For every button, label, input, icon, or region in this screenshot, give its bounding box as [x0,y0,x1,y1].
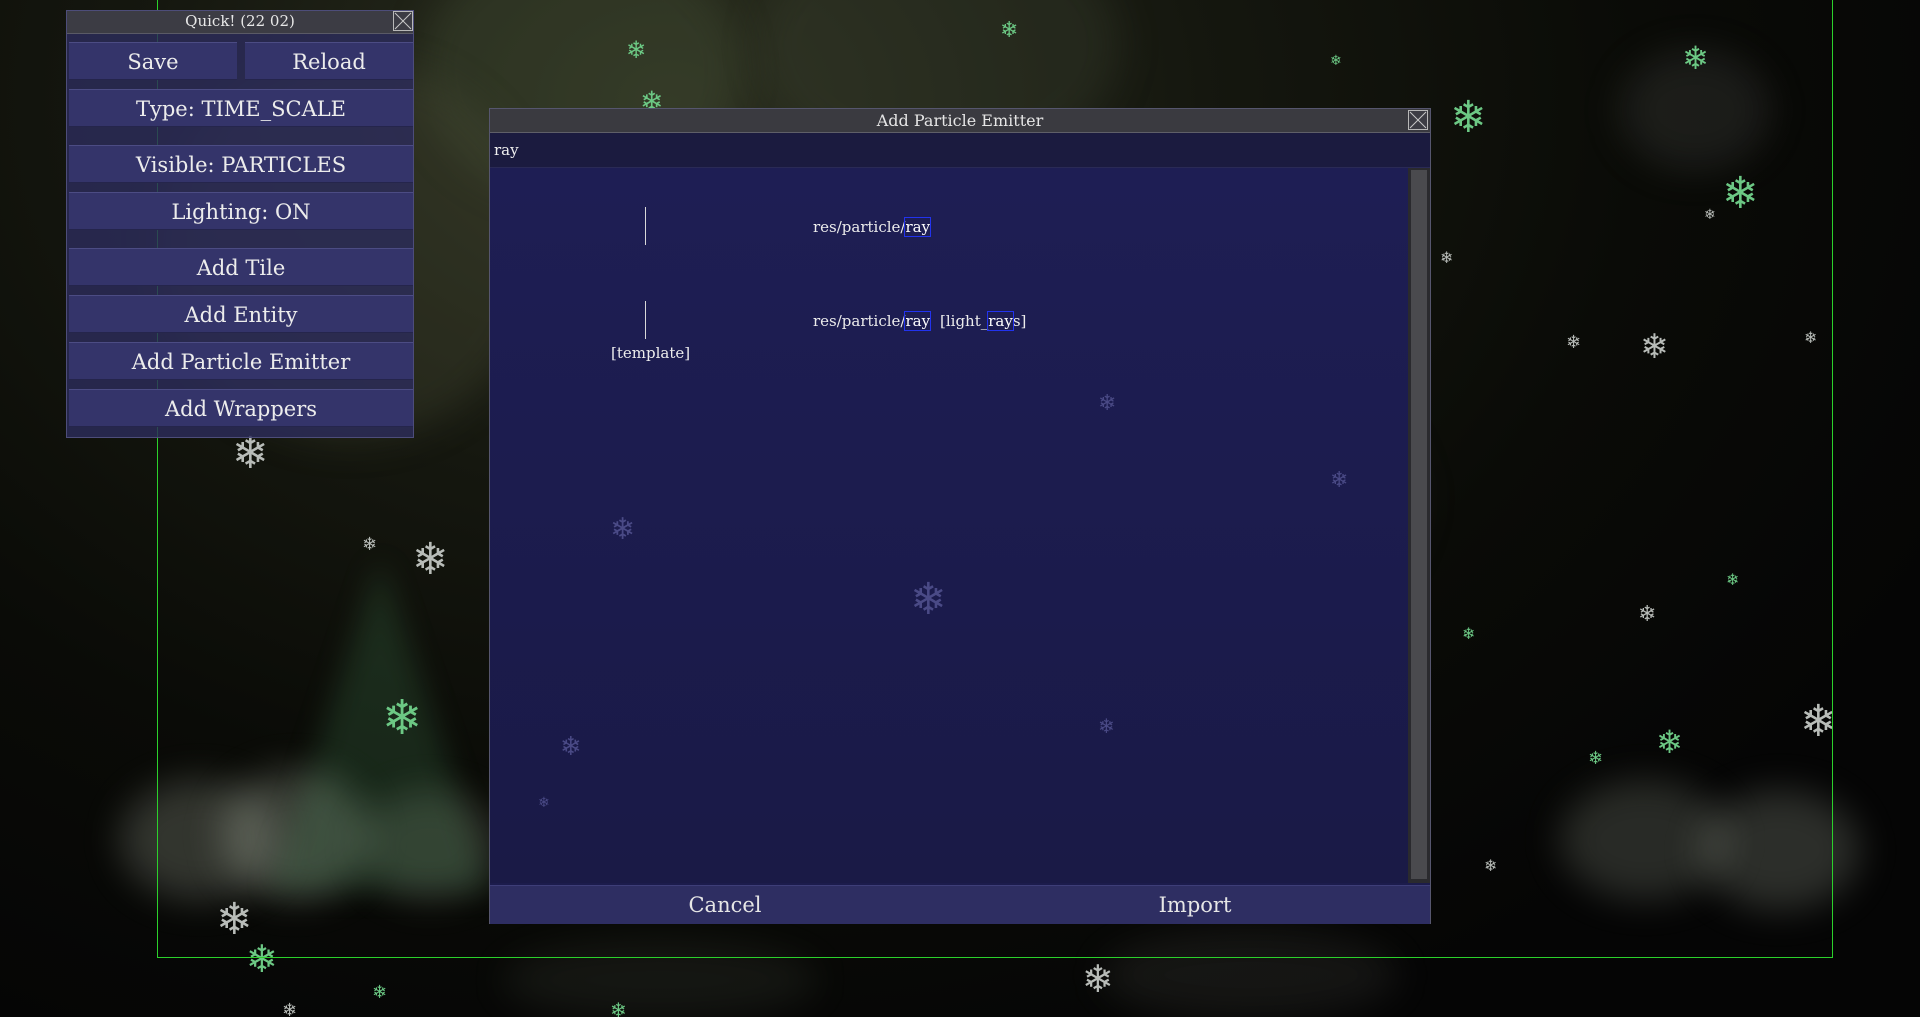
item-path-prefix: res/particle/ [813,312,906,330]
add-tile-button[interactable]: Add Tile [69,248,413,286]
item-tag-open: [light_ [940,312,989,330]
scrollbar[interactable] [1408,168,1430,883]
snowflake-icon: ❄ [246,937,278,981]
snowflake-icon: ❄ [1330,53,1342,69]
type-toggle-button[interactable]: Type: TIME_SCALE [69,89,413,127]
snowflake-icon: ❄ [1588,748,1604,769]
snowflake-icon: ❄ [626,36,647,64]
light-cone [270,560,490,890]
template-label: [template] [611,344,691,362]
dialog-footer: Cancel Import [490,885,1430,924]
snowflake-icon: ❄ [1656,723,1683,761]
item-path: res/particle/ray [813,311,932,331]
preview-divider [645,207,646,245]
snowflake-icon: ❄ [910,574,947,625]
snowflake-icon: ❄ [1640,327,1669,367]
bokeh-blob [1700,790,1860,910]
scrollbar-thumb[interactable] [1411,170,1427,879]
snowflake-icon: ❄ [610,512,636,547]
lighting-toggle-button[interactable]: Lighting: ON [69,192,413,230]
dialog-title: Add Particle Emitter [876,111,1044,130]
reload-button[interactable]: Reload [245,42,413,80]
save-button[interactable]: Save [69,42,237,80]
add-particle-emitter-dialog: Add Particle Emitter res/particle/ray re… [489,108,1431,924]
search-row [490,133,1430,168]
snowflake-icon: ❄ [1450,92,1487,143]
snowflake-icon: ❄ [232,428,269,479]
snowflake-icon: ❄ [1726,570,1740,589]
snowflake-icon: ❄ [1330,468,1349,493]
item-tag-close: s] [1012,312,1027,330]
snowflake-icon: ❄ [1800,696,1837,747]
item-path-match: ray [904,311,932,331]
snowflake-icon: ❄ [1462,624,1476,643]
snowflake-icon: ❄ [282,1000,298,1017]
quick-panel: Quick! (22 02) Save Reload Type: TIME_SC… [66,10,414,438]
snowflake-icon: ❄ [1098,714,1115,738]
snowflake-icon: ❄ [1566,332,1582,353]
close-icon[interactable] [393,11,413,31]
snowflake-icon: ❄ [1082,957,1114,1001]
snowflake-icon: ❄ [1000,18,1019,43]
bokeh-blob [1100,930,1400,1017]
cancel-button[interactable]: Cancel [490,886,960,924]
snowflake-icon: ❄ [1722,168,1759,219]
list-item[interactable]: res/particle/ray [light_rays] [template] [490,248,1408,362]
emitter-list[interactable]: res/particle/ray res/particle/ray [light… [490,168,1408,883]
visible-toggle-button[interactable]: Visible: PARTICLES [69,145,413,183]
add-wrappers-button[interactable]: Add Wrappers [69,389,413,427]
quick-panel-title: Quick! (22 02) [67,11,413,34]
snowflake-icon: ❄ [372,982,388,1003]
search-input[interactable] [494,139,1094,161]
bokeh-blob [500,940,820,1017]
list-item[interactable]: res/particle/ray [490,168,1408,248]
item-path-match: ray [904,217,932,237]
snowflake-icon: ❄ [1098,391,1117,416]
snowflake-icon: ❄ [1804,328,1818,347]
add-entity-button[interactable]: Add Entity [69,295,413,333]
snowflake-icon: ❄ [610,998,627,1017]
dialog-title-bar: Add Particle Emitter [490,109,1430,133]
item-path: res/particle/ray [813,217,932,237]
snowflake-icon: ❄ [362,534,378,555]
snowflake-icon: ❄ [1704,207,1716,223]
snowflake-icon: ❄ [1638,602,1657,627]
snowflake-icon: ❄ [1682,39,1709,77]
add-particle-emitter-button[interactable]: Add Particle Emitter [69,342,413,380]
item-path-prefix: res/particle/ [813,218,906,236]
quick-panel-title-text: Quick! (22 02) [185,12,295,30]
preview-divider [645,301,646,339]
snowflake-icon: ❄ [1440,248,1454,267]
snowflake-icon: ❄ [1484,856,1498,875]
import-button[interactable]: Import [960,886,1430,924]
snowflake-icon: ❄ [382,690,423,746]
snowflake-icon: ❄ [560,732,582,762]
item-tag: [light_rays] [940,311,1027,331]
snowflake-icon: ❄ [216,894,253,945]
item-tag-match: ray [987,311,1014,331]
close-icon[interactable] [1408,110,1428,130]
snowflake-icon: ❄ [538,795,550,811]
snowflake-icon: ❄ [412,534,449,585]
